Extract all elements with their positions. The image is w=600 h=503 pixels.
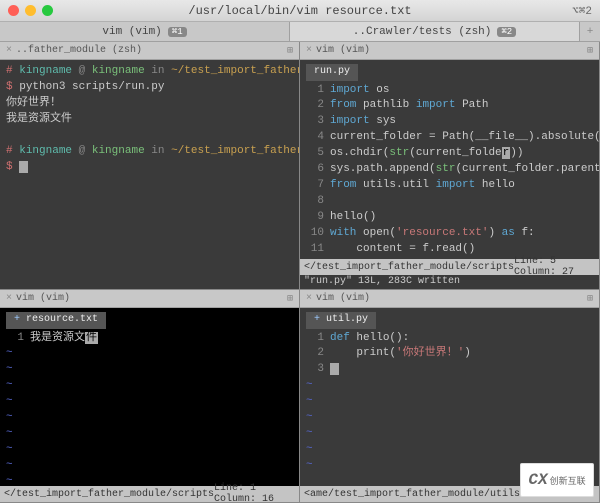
pane-util-label: × vim (vim) ⊞ <box>300 290 599 308</box>
util-editor[interactable]: util.py 1def hello(): 2 print('你好世界！') 3… <box>300 308 599 486</box>
cursor: r <box>502 147 511 159</box>
pane-expand-icon[interactable]: ⊞ <box>287 45 293 57</box>
pane-resource: × vim (vim) ⊞ resource.txt 1我是资源文件 ~~~ ~… <box>0 290 300 503</box>
pane-shell-label: × ..father_module (zsh) ⊞ <box>0 42 299 60</box>
pane-resource-label: × vim (vim) ⊞ <box>0 290 299 308</box>
pane-shell: × ..father_module (zsh) ⊞ # kingname @ k… <box>0 42 300 290</box>
pane-expand-icon[interactable]: ⊞ <box>287 293 293 305</box>
runpy-editor[interactable]: run.py 1import os 2from pathlib import P… <box>300 60 599 259</box>
cursor <box>19 161 28 173</box>
pane-close-icon[interactable]: × <box>6 293 12 304</box>
runpy-status: </test_import_father_module/scripts Line… <box>300 259 599 275</box>
window-title: /usr/local/bin/vim resource.txt <box>0 4 600 18</box>
window-shortcut: ⌥⌘2 <box>572 4 592 18</box>
resource-status: </test_import_father_module/scripts Line… <box>0 486 299 502</box>
window-titlebar: /usr/local/bin/vim resource.txt ⌥⌘2 <box>0 0 600 22</box>
traffic-lights <box>0 5 53 16</box>
window-tabbar: vim (vim) ⌘1 ..Crawler/tests (zsh) ⌘2 + <box>0 22 600 42</box>
runpy-message: "run.py" 13L, 283C written <box>300 275 599 289</box>
maximize-icon[interactable] <box>42 5 53 16</box>
pane-close-icon[interactable]: × <box>306 293 312 304</box>
file-tab-util[interactable]: util.py <box>306 312 376 329</box>
tab-right-badge: ⌘2 <box>497 27 516 37</box>
tab-left-label: vim (vim) <box>102 26 161 38</box>
cursor: 件 <box>85 332 98 344</box>
pane-close-icon[interactable]: × <box>306 45 312 56</box>
close-icon[interactable] <box>8 5 19 16</box>
tab-left-badge: ⌘1 <box>168 27 187 37</box>
tab-right[interactable]: ..Crawler/tests (zsh) ⌘2 <box>290 22 580 41</box>
tab-right-label: ..Crawler/tests (zsh) <box>353 26 492 38</box>
shell-output[interactable]: # kingname @ kingname in ~/test_import_f… <box>0 60 299 289</box>
file-tab-runpy[interactable]: run.py <box>306 64 358 81</box>
cursor <box>330 363 339 375</box>
pane-close-icon[interactable]: × <box>6 45 12 56</box>
new-tab-button[interactable]: + <box>580 22 600 41</box>
resource-editor[interactable]: resource.txt 1我是资源文件 ~~~ ~~~ ~~~ <box>0 308 299 486</box>
watermark-logo: CX创新互联 <box>520 463 594 497</box>
minimize-icon[interactable] <box>25 5 36 16</box>
pane-runpy: × vim (vim) ⊞ run.py 1import os 2from pa… <box>300 42 600 290</box>
file-tab-resource[interactable]: resource.txt <box>6 312 106 329</box>
pane-expand-icon[interactable]: ⊞ <box>587 45 593 57</box>
tab-left[interactable]: vim (vim) ⌘1 <box>0 22 290 41</box>
pane-expand-icon[interactable]: ⊞ <box>587 293 593 305</box>
pane-runpy-label: × vim (vim) ⊞ <box>300 42 599 60</box>
